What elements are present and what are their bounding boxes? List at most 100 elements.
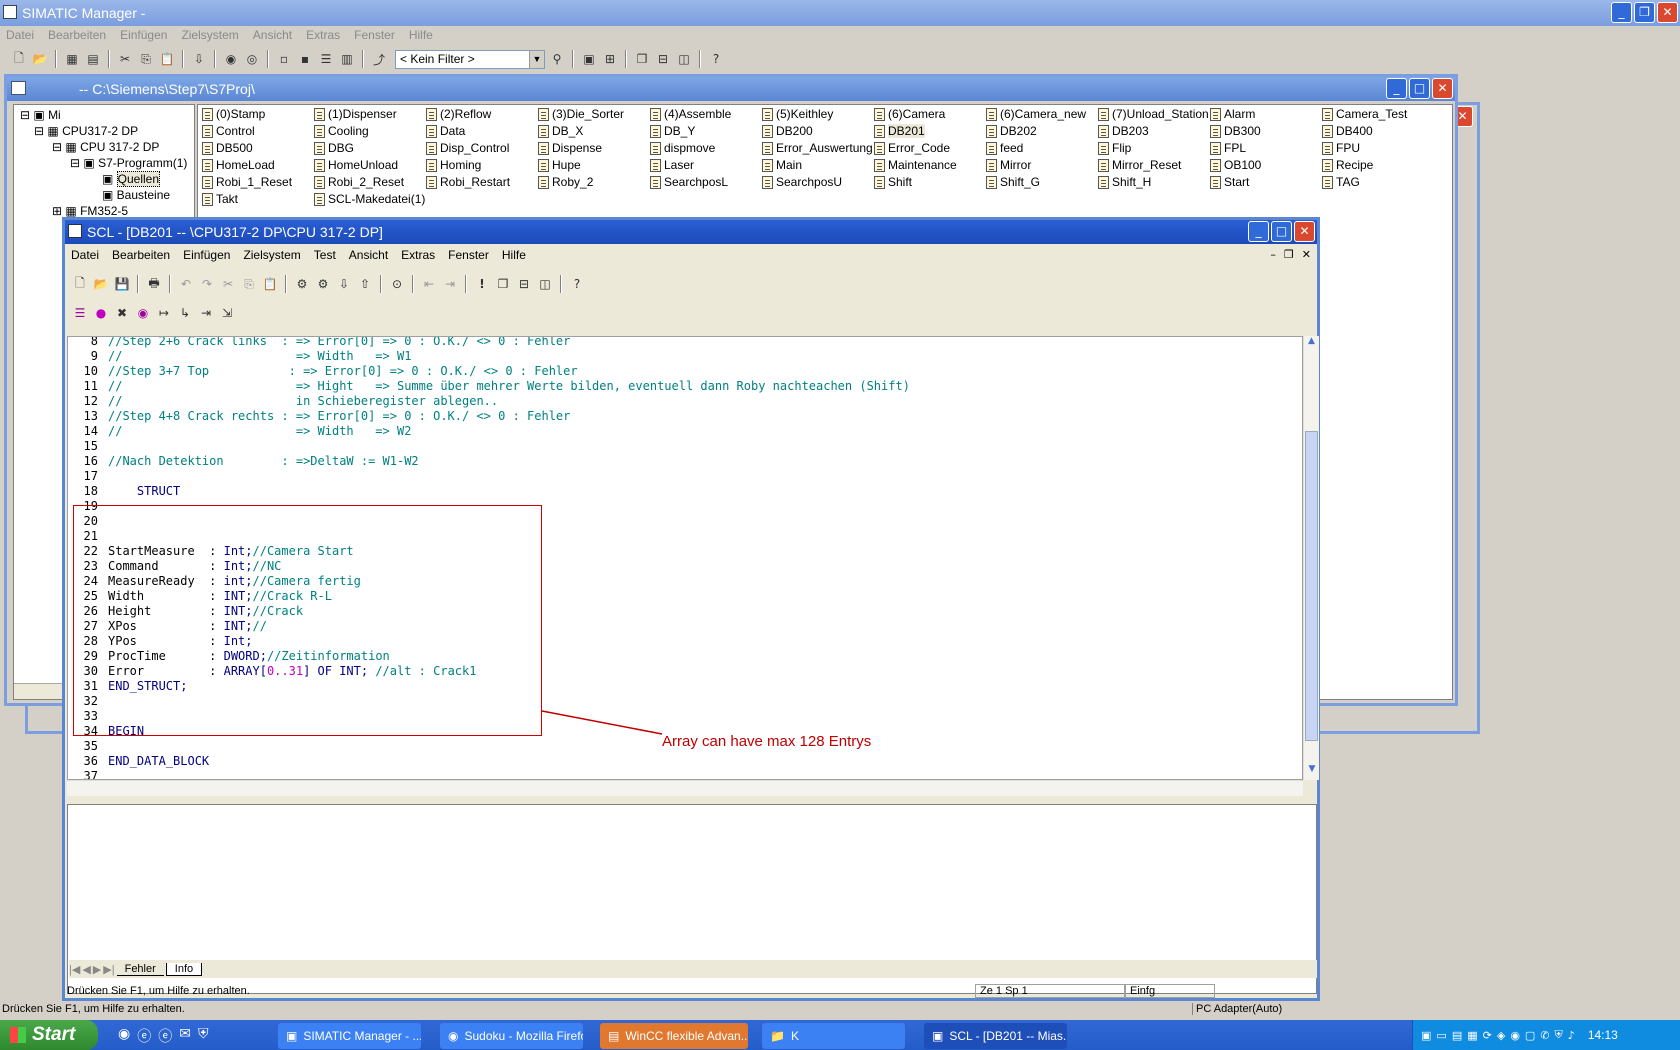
block-item[interactable]: DB_X: [538, 124, 583, 138]
help-icon[interactable]: ?: [707, 50, 725, 68]
block-item[interactable]: Main: [762, 158, 802, 172]
details-icon[interactable]: ▥: [338, 50, 356, 68]
tree-node-cpu[interactable]: ⊟ ▦ CPU 317-2 DP: [52, 140, 159, 154]
minimize-button[interactable]: _: [1611, 2, 1632, 23]
accessible-nodes-icon[interactable]: ▦: [63, 50, 81, 68]
block-item[interactable]: feed: [986, 141, 1023, 155]
tab-nav-last[interactable]: ▶|: [103, 963, 114, 976]
block-item[interactable]: DBG: [314, 141, 354, 155]
list-icon[interactable]: ☰: [71, 304, 89, 322]
block-item[interactable]: (6)Camera_new: [986, 107, 1086, 121]
tray-monitor-icon[interactable]: ▭: [1436, 1029, 1446, 1042]
tray-network-icon[interactable]: ▣: [1421, 1029, 1431, 1042]
close-button[interactable]: ✕: [1657, 2, 1678, 23]
alert-icon[interactable]: !: [473, 275, 491, 293]
project-minimize-button[interactable]: _: [1386, 78, 1407, 99]
scl-maximize-button[interactable]: □: [1271, 221, 1292, 242]
taskbar-item-folder[interactable]: 📁 K: [762, 1023, 905, 1049]
block-item[interactable]: TAG: [1322, 175, 1360, 189]
block-item[interactable]: Shift: [874, 175, 912, 189]
delete-breakpoint-icon[interactable]: ✖: [113, 304, 131, 322]
taskbar-item-scl[interactable]: ▣ SCL - [DB201 -- Mias...: [924, 1023, 1067, 1049]
scl-menu-item-hilfe[interactable]: Hilfe: [502, 248, 526, 262]
block-item[interactable]: Robi_2_Reset: [314, 175, 404, 189]
block-item[interactable]: DB202: [986, 124, 1037, 138]
tray-app-icon[interactable]: ▤: [1452, 1029, 1462, 1042]
taskbar-item-simatic[interactable]: ▣ SIMATIC Manager - ...: [278, 1023, 421, 1049]
scl-menu-item-fenster[interactable]: Fenster: [448, 248, 489, 262]
mdi-close-button[interactable]: ✕: [1302, 248, 1311, 261]
tree-node-sources[interactable]: ▣ Quellen: [102, 171, 161, 187]
tray-acrobat-icon[interactable]: ◈: [1497, 1029, 1505, 1042]
scl-minimize-button[interactable]: _: [1248, 221, 1269, 242]
tab-fehler[interactable]: Fehler: [116, 963, 164, 976]
scl-menu-item-ansicht[interactable]: Ansicht: [349, 248, 388, 262]
tile-vertical-icon[interactable]: ◫: [675, 50, 693, 68]
scl-close-button[interactable]: ✕: [1294, 221, 1315, 242]
block-item[interactable]: (3)Die_Sorter: [538, 107, 624, 121]
memory-card-icon[interactable]: ▤: [84, 50, 102, 68]
taskbar-item-wincc[interactable]: ▤ WinCC flexible Advan...: [600, 1023, 748, 1049]
block-item[interactable]: Alarm: [1210, 107, 1255, 121]
ie-icon[interactable]: ⓔ: [137, 1026, 151, 1046]
block-item[interactable]: (2)Reflow: [426, 107, 491, 121]
tray-phone-icon[interactable]: ✆: [1540, 1029, 1549, 1042]
block-item[interactable]: Data: [426, 124, 465, 138]
shield-icon[interactable]: ⛨: [198, 1026, 209, 1046]
compile-all-icon[interactable]: ⚙: [314, 275, 332, 293]
redo-icon[interactable]: ↷: [198, 275, 216, 293]
block-item[interactable]: HomeLoad: [202, 158, 275, 172]
project-close-button[interactable]: ✕: [1432, 78, 1453, 99]
block-item[interactable]: Recipe: [1322, 158, 1373, 172]
ie2-icon[interactable]: ⓔ: [158, 1026, 172, 1046]
menu-item-extras[interactable]: Extras: [306, 28, 340, 42]
block-item[interactable]: (4)Assemble: [650, 107, 731, 121]
block-item[interactable]: dispmove: [650, 141, 715, 155]
open-icon[interactable]: 📂: [31, 50, 49, 68]
tab-nav-prev[interactable]: ◀: [82, 963, 90, 976]
mdi-minimize-button[interactable]: –: [1270, 248, 1276, 261]
scl-menu-item-extras[interactable]: Extras: [401, 248, 435, 262]
download-icon[interactable]: ⇩: [335, 275, 353, 293]
scl-menu-item-einfügen[interactable]: Einfügen: [183, 248, 230, 262]
scl-menu-item-bearbeiten[interactable]: Bearbeiten: [112, 248, 170, 262]
online-icon[interactable]: ◉: [222, 50, 240, 68]
cut-icon[interactable]: ✂: [116, 50, 134, 68]
block-item[interactable]: (0)Stamp: [202, 107, 265, 121]
chevron-down-icon[interactable]: ▼: [529, 50, 544, 68]
block-item[interactable]: Robi_1_Reset: [202, 175, 292, 189]
tray-display-icon[interactable]: ▢: [1525, 1029, 1535, 1042]
block-item[interactable]: Shift_G: [986, 175, 1040, 189]
block-item[interactable]: Shift_H: [1098, 175, 1151, 189]
mail-icon[interactable]: ✉: [179, 1026, 191, 1046]
filter-icon[interactable]: ⚲: [548, 50, 566, 68]
small-icons-icon[interactable]: ▪: [296, 50, 314, 68]
tree-node-program[interactable]: ⊟ ▣ S7-Programm(1): [70, 156, 187, 170]
tree-node-station[interactable]: ⊟ ▦ CPU317-2 DP: [34, 124, 138, 138]
block-item[interactable]: Control: [202, 124, 255, 138]
block-item[interactable]: Roby_2: [538, 175, 593, 189]
block-item[interactable]: Cooling: [314, 124, 369, 138]
project-maximize-button[interactable]: □: [1409, 78, 1430, 99]
scl-menu-item-test[interactable]: Test: [314, 248, 336, 262]
block-item[interactable]: Dispense: [538, 141, 602, 155]
block-item[interactable]: SCL-Makedatei(1): [314, 192, 425, 206]
tray-adapter-icon[interactable]: ▦: [1467, 1029, 1477, 1042]
new-file-icon[interactable]: 🗋: [71, 275, 89, 293]
tray-volume-icon[interactable]: ♪: [1568, 1029, 1575, 1042]
breakpoint-icon[interactable]: ●: [92, 304, 110, 322]
block-item[interactable]: Hupe: [538, 158, 581, 172]
block-item[interactable]: Flip: [1098, 141, 1131, 155]
tray-antivirus-icon[interactable]: ◉: [1510, 1029, 1520, 1042]
scroll-down-arrow[interactable]: ▼: [1304, 764, 1320, 780]
filter-select[interactable]: < Kein Filter > ▼: [395, 49, 545, 69]
tab-nav-next[interactable]: ▶: [93, 963, 101, 976]
step-out-icon[interactable]: ⇥: [197, 304, 215, 322]
block-item[interactable]: Disp_Control: [426, 141, 509, 155]
help-icon[interactable]: ?: [568, 275, 586, 293]
paste-icon[interactable]: 📋: [261, 275, 279, 293]
scroll-thumb[interactable]: [1305, 431, 1318, 741]
netpro-icon[interactable]: ⊞: [601, 50, 619, 68]
cascade-icon[interactable]: ❐: [633, 50, 651, 68]
block-item[interactable]: DB_Y: [650, 124, 695, 138]
